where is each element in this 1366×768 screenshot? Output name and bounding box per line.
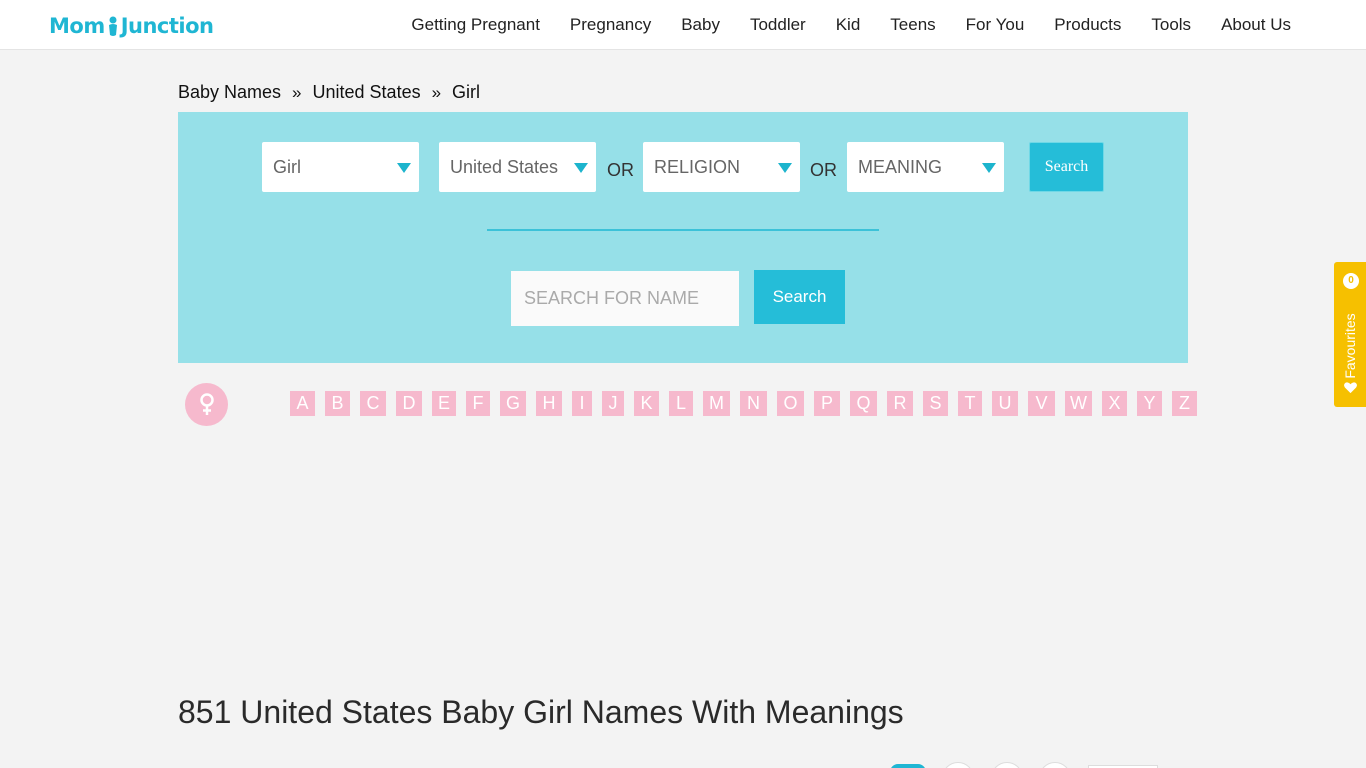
caret-down-icon (574, 163, 588, 173)
letter-x[interactable]: X (1102, 391, 1127, 416)
page-title: 851 United States Baby Girl Names With M… (178, 694, 904, 730)
main-nav: Getting Pregnant Pregnancy Baby Toddler … (396, 14, 1291, 36)
letter-p[interactable]: P (814, 391, 840, 416)
nav-baby[interactable]: Baby (666, 14, 735, 36)
letter-u[interactable]: U (992, 391, 1018, 416)
nav-teens[interactable]: Teens (875, 14, 950, 36)
nav-toddler[interactable]: Toddler (735, 14, 821, 36)
name-search-input[interactable] (511, 271, 739, 326)
gender-select[interactable]: Girl (262, 142, 419, 192)
country-select[interactable]: United States (439, 142, 596, 192)
female-gender-icon (185, 383, 228, 426)
religion-select[interactable]: RELIGION (643, 142, 800, 192)
or-label: OR (607, 160, 634, 180)
gender-select-value: Girl (273, 157, 301, 177)
meaning-select[interactable]: MEANING (847, 142, 1004, 192)
breadcrumb-baby-names[interactable]: Baby Names (178, 82, 281, 103)
letter-l[interactable]: L (669, 391, 693, 416)
caret-down-icon (982, 163, 996, 173)
nav-for-you[interactable]: For You (951, 14, 1040, 36)
letter-o[interactable]: O (777, 391, 804, 416)
letter-c[interactable]: C (360, 391, 386, 416)
letter-e[interactable]: E (432, 391, 456, 416)
favourites-count-badge: 0 (1343, 273, 1359, 289)
search-panel: Girl United States OR RELIGION OR MEANIN… (178, 112, 1188, 363)
religion-select-value: RELIGION (654, 157, 741, 177)
meaning-select-value: MEANING (858, 157, 943, 177)
favourites-label: Favourites (1342, 313, 1358, 379)
letter-m[interactable]: M (703, 391, 730, 416)
momjunction-logo[interactable]: Mom Junction (49, 12, 214, 40)
letter-n[interactable]: N (740, 391, 767, 416)
share-button[interactable] (942, 762, 974, 768)
breadcrumb-separator: » (292, 82, 302, 102)
name-search-button[interactable]: Search (754, 270, 845, 324)
letter-r[interactable]: R (887, 391, 913, 416)
letter-s[interactable]: S (923, 391, 948, 416)
letter-i[interactable]: I (572, 391, 592, 416)
filter-search-button[interactable]: Search (1029, 142, 1104, 192)
nav-tools[interactable]: Tools (1136, 14, 1206, 36)
nav-products[interactable]: Products (1039, 14, 1136, 36)
country-select-value: United States (450, 157, 559, 177)
letter-k[interactable]: K (634, 391, 659, 416)
nav-getting-pregnant[interactable]: Getting Pregnant (396, 14, 555, 36)
caret-down-icon (778, 163, 792, 173)
logo-text-junction: Junction (120, 14, 214, 38)
nav-kid[interactable]: Kid (821, 14, 876, 36)
letter-a[interactable]: A (290, 391, 315, 416)
letter-t[interactable]: T (958, 391, 982, 416)
site-header: Mom Junction Getting Pregnant Pregnancy … (0, 0, 1366, 50)
favourites-tab[interactable]: 0 Favourites (1334, 262, 1366, 407)
nav-about-us[interactable]: About Us (1206, 14, 1291, 36)
letter-g[interactable]: G (500, 391, 526, 416)
breadcrumb-united-states[interactable]: United States (313, 82, 421, 103)
or-label: OR (810, 160, 837, 180)
alphabet-filter: A B C D E F G H I J K L M N O P Q R S T … (290, 391, 1197, 416)
logo-text-mom: Mom (49, 14, 105, 38)
breadcrumb-girl: Girl (452, 82, 481, 102)
letter-h[interactable]: H (536, 391, 562, 416)
letter-j[interactable]: J (602, 391, 624, 416)
share-button[interactable] (991, 762, 1023, 768)
view-toggle-active[interactable] (890, 764, 926, 768)
breadcrumb: Baby Names » United States » Girl (178, 82, 480, 103)
logo-mark-icon (108, 16, 117, 36)
letter-v[interactable]: V (1028, 391, 1055, 416)
letter-w[interactable]: W (1065, 391, 1092, 416)
breadcrumb-separator: » (431, 82, 442, 102)
female-symbol-icon (199, 392, 214, 415)
letter-f[interactable]: F (466, 391, 490, 416)
letter-b[interactable]: B (325, 391, 350, 416)
share-button[interactable] (1039, 762, 1071, 768)
letter-z[interactable]: Z (1172, 391, 1197, 416)
heart-icon (1344, 382, 1357, 394)
divider (487, 229, 879, 231)
nav-pregnancy[interactable]: Pregnancy (555, 14, 666, 36)
caret-down-icon (397, 163, 411, 173)
letter-q[interactable]: Q (850, 391, 877, 416)
letter-d[interactable]: D (396, 391, 422, 416)
letter-y[interactable]: Y (1137, 391, 1162, 416)
